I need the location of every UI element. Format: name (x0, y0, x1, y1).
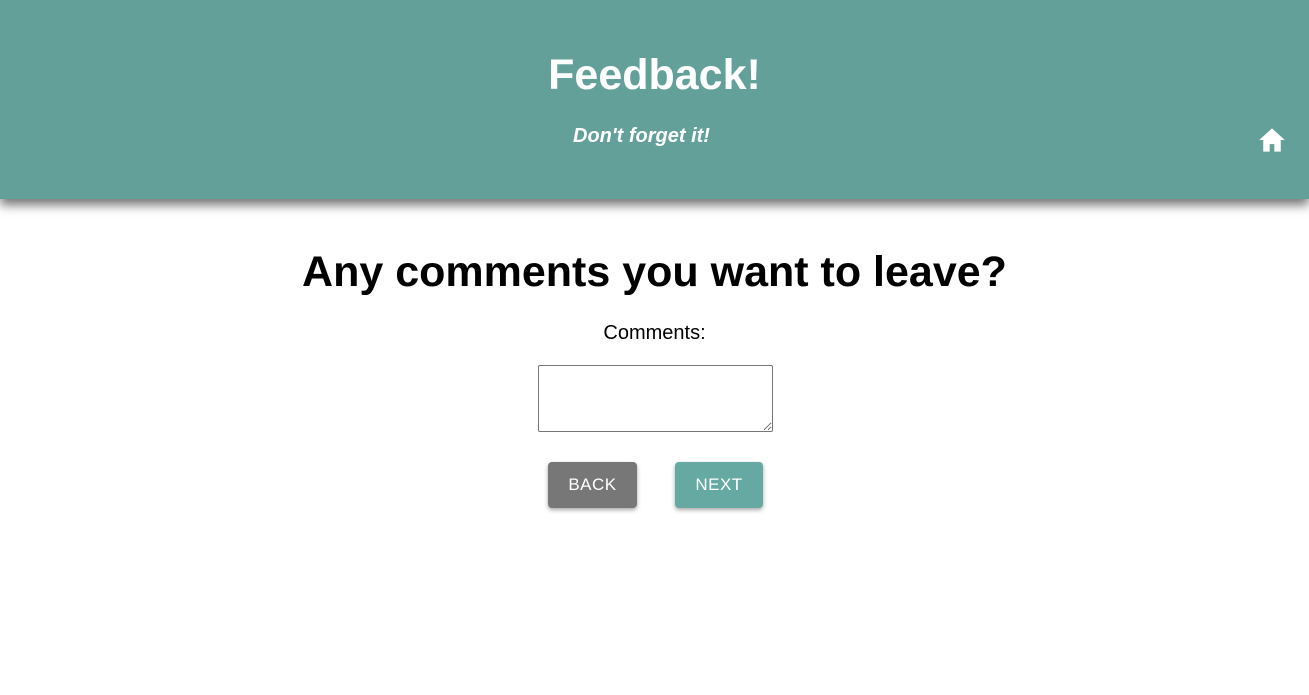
page-title: Feedback! (548, 51, 761, 99)
question-heading: Any comments you want to leave? (302, 248, 1007, 296)
back-button[interactable]: BACK (548, 462, 637, 508)
comments-label: Comments: (603, 322, 706, 344)
main-content: Any comments you want to leave? Comments… (0, 199, 1309, 695)
page-subtitle: Don't forget it! (573, 125, 710, 147)
next-button[interactable]: NEXT (675, 462, 763, 508)
home-button[interactable] (1258, 127, 1286, 153)
comments-textarea[interactable] (538, 365, 773, 432)
page-header: Feedback! Don't forget it! (0, 0, 1309, 199)
home-icon (1259, 128, 1285, 152)
